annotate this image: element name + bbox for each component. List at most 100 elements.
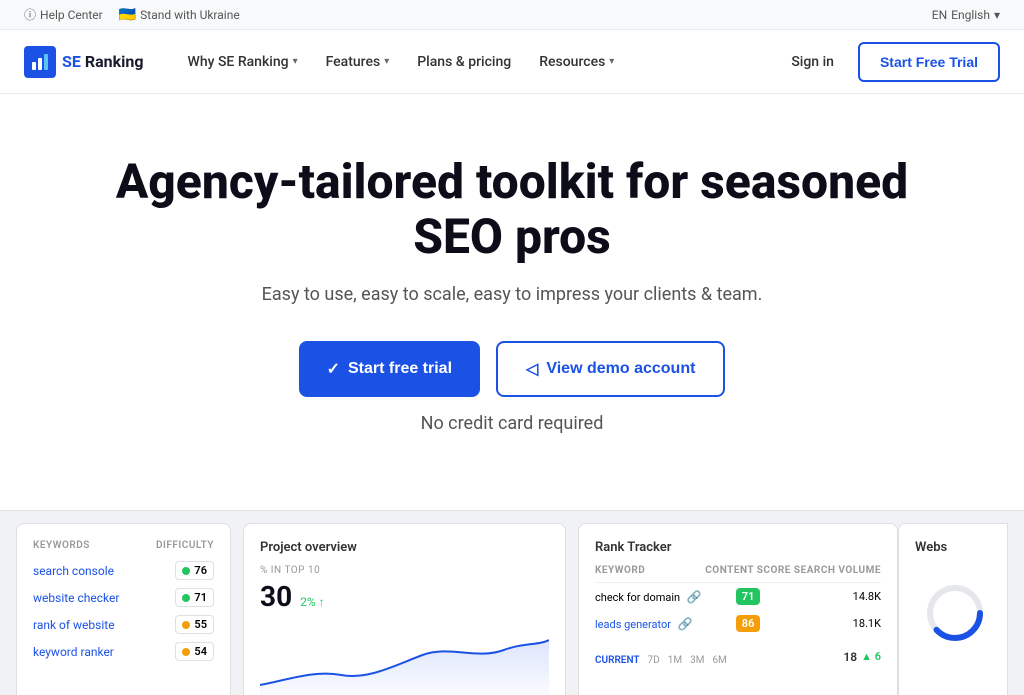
features-chevron-icon: ▾ (384, 56, 389, 67)
dot-icon-3 (182, 621, 190, 629)
shield-check-icon: ✓ (327, 359, 340, 379)
score-1: 76 (194, 564, 207, 577)
nav-features-label: Features (326, 54, 381, 70)
keyword-row: search console 76 (33, 561, 214, 580)
nav-features[interactable]: Features ▾ (314, 46, 402, 78)
rank-score-2: 86 (704, 610, 792, 637)
difficulty-badge-2: 71 (175, 588, 214, 607)
rank-change: ▲ 6 (861, 650, 881, 663)
score-badge-1: 71 (736, 588, 761, 605)
help-center-link[interactable]: ⓘ Help Center (24, 6, 103, 23)
no-credit-text: No credit card required (24, 413, 1000, 434)
keyword-row: website checker 71 (33, 588, 214, 607)
tab-7d[interactable]: 7D (648, 655, 660, 666)
difficulty-col-header: DIFFICULTY (156, 540, 214, 551)
rank-value: 18 (843, 650, 857, 664)
score-3: 55 (194, 618, 207, 631)
help-center-label: Help Center (40, 8, 103, 22)
rank-volume-2: 18.1K (792, 610, 881, 637)
dashboard-preview: KEYWORDS DIFFICULTY search console 76 we… (0, 510, 1024, 695)
link-icon-2: 🔗 (678, 617, 693, 631)
score-2: 71 (194, 591, 207, 604)
rank-keyword-1: check for domain 🔗 (595, 583, 704, 611)
nav-why-label: Why SE Ranking (188, 54, 289, 70)
rank-search-volume-col: SEARCH VOLUME (792, 565, 881, 583)
tab-3m[interactable]: 3M (690, 655, 704, 666)
logo[interactable]: SE Ranking (24, 46, 144, 78)
nav-plans-label: Plans & pricing (417, 54, 511, 70)
rank-row-1: check for domain 🔗 71 14.8K (595, 583, 881, 611)
keywords-panel: KEYWORDS DIFFICULTY search console 76 we… (16, 523, 231, 695)
webs-title: Webs (915, 540, 991, 555)
rank-tracker-title: Rank Tracker (595, 540, 881, 555)
keyword-link-2[interactable]: website checker (33, 591, 119, 605)
tab-1m[interactable]: 1M (668, 655, 682, 666)
rank-score-1: 71 (704, 583, 792, 611)
difficulty-badge-1: 76 (175, 561, 214, 580)
keyword-link-1[interactable]: search console (33, 564, 114, 578)
sign-in-link[interactable]: Sign in (779, 46, 846, 78)
keyword-row: rank of website 55 (33, 615, 214, 634)
project-overview-title: Project overview (260, 540, 549, 555)
main-nav: SE Ranking Why SE Ranking ▾ Features ▾ P… (0, 30, 1024, 94)
lang-chevron-icon: ▾ (994, 8, 1000, 22)
hero-buttons: ✓ Start free trial ◁ View demo account (24, 341, 1000, 397)
webs-panel: Webs (898, 523, 1008, 695)
ukraine-link[interactable]: 🇺🇦 Stand with Ukraine (119, 7, 240, 23)
lang-code: EN (932, 8, 947, 22)
metric-change: 2% ↑ (300, 595, 325, 609)
keywords-col-header: KEYWORDS (33, 540, 90, 551)
keyword-row: keyword ranker 54 (33, 642, 214, 661)
metric-value: 30 (260, 580, 292, 613)
hero-section: Agency-tailored toolkit for seasoned SEO… (0, 94, 1024, 510)
start-free-trial-nav-button[interactable]: Start Free Trial (858, 42, 1000, 82)
view-demo-label: View demo account (546, 360, 695, 378)
start-free-trial-hero-button[interactable]: ✓ Start free trial (299, 341, 480, 397)
nav-plans-pricing[interactable]: Plans & pricing (405, 46, 523, 78)
why-chevron-icon: ▾ (293, 56, 298, 67)
difficulty-badge-3: 55 (175, 615, 214, 634)
nav-resources[interactable]: Resources ▾ (527, 46, 626, 78)
score-4: 54 (194, 645, 207, 658)
rank-numbers-area: 18 ▲ 6 (843, 650, 881, 664)
dot-icon-1 (182, 567, 190, 575)
dot-icon-2 (182, 594, 190, 602)
rank-volume-1: 14.8K (792, 583, 881, 611)
rank-content-score-col: CONTENT SCORE (704, 565, 792, 583)
start-trial-label: Start free trial (348, 360, 452, 378)
nav-links: Why SE Ranking ▾ Features ▾ Plans & pric… (176, 46, 780, 78)
rank-keyword-2: leads generator 🔗 (595, 610, 704, 637)
logo-text: SE Ranking (62, 52, 144, 71)
metric-label: % IN TOP 10 (260, 565, 549, 576)
mini-chart (260, 625, 549, 695)
nav-right: Sign in Start Free Trial (779, 42, 1000, 82)
view-demo-button[interactable]: ◁ View demo account (496, 341, 725, 397)
up-arrow-icon: ↑ (319, 595, 325, 609)
rank-row-2: leads generator 🔗 86 18.1K (595, 610, 881, 637)
top-bar: ⓘ Help Center 🇺🇦 Stand with Ukraine EN E… (0, 0, 1024, 30)
hero-headline: Agency-tailored toolkit for seasoned SEO… (112, 154, 912, 264)
tab-6m[interactable]: 6M (712, 655, 726, 666)
lang-selector[interactable]: EN English ▾ (932, 8, 1000, 22)
nav-why-se-ranking[interactable]: Why SE Ranking ▾ (176, 46, 310, 78)
difficulty-badge-4: 54 (175, 642, 214, 661)
logo-icon (24, 46, 56, 78)
rank-keyword-col: KEYWORD (595, 565, 704, 583)
rank-tracker-panel: Rank Tracker KEYWORD CONTENT SCORE SEARC… (578, 523, 898, 695)
hero-subheadline: Easy to use, easy to scale, easy to impr… (24, 284, 1000, 305)
dot-icon-4 (182, 648, 190, 656)
score-badge-2: 86 (736, 615, 761, 632)
keyword-link-3[interactable]: rank of website (33, 618, 115, 632)
ukraine-label: Stand with Ukraine (140, 8, 240, 22)
keyword-link-4[interactable]: keyword ranker (33, 645, 114, 659)
rank-table: KEYWORD CONTENT SCORE SEARCH VOLUME chec… (595, 565, 881, 637)
tab-current[interactable]: CURRENT (595, 655, 640, 666)
help-icon: ⓘ (24, 6, 36, 23)
send-icon: ◁ (526, 359, 538, 379)
metric-change-val: 2% (300, 595, 316, 609)
ukraine-flag: 🇺🇦 (119, 7, 136, 23)
lang-label: English (951, 8, 990, 22)
link-icon-1: 🔗 (687, 590, 702, 604)
resources-chevron-icon: ▾ (609, 56, 614, 67)
rank-tabs: CURRENT 7D 1M 3M 6M (595, 655, 727, 666)
